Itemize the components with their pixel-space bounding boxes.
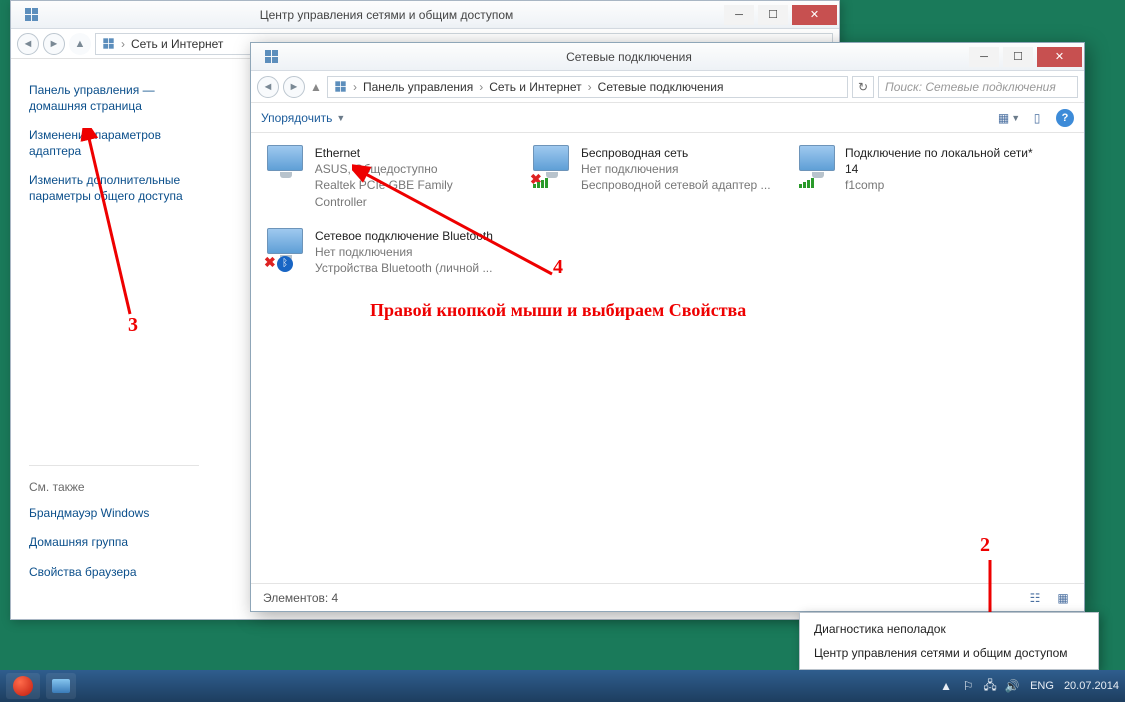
tray-chevron-icon[interactable]: ▲ xyxy=(938,678,954,694)
disconnected-icon: ✖ xyxy=(264,254,276,271)
breadcrumb[interactable]: › Панель управления › Сеть и Интернет › … xyxy=(327,76,848,98)
bluetooth-adapter-icon: ✖ ᛒ xyxy=(267,228,307,268)
connection-ethernet[interactable]: Ethernet ASUS, Общедоступно Realtek PCIe… xyxy=(267,145,507,210)
system-icon xyxy=(251,50,291,63)
window-title: Сетевые подключения xyxy=(291,50,967,64)
connection-wireless[interactable]: ✖ Беспроводная сеть Нет подключения Бесп… xyxy=(533,145,773,210)
network-adapter-icon xyxy=(267,145,307,185)
connection-name: Ethernet xyxy=(315,145,507,161)
connection-status: f1comp xyxy=(845,177,1039,193)
sidebar-firewall[interactable]: Брандмауэр Windows xyxy=(29,506,199,522)
toolbar: Упорядочить ▼ ▦▼ ▯ ? xyxy=(251,103,1084,133)
connection-status: Нет подключения xyxy=(315,244,493,260)
connection-status: ASUS, Общедоступно xyxy=(315,161,507,177)
system-tray[interactable]: ▲ ⚐ 🖧 🔊 xyxy=(938,678,1020,694)
connection-device: Устройства Bluetooth (личной ... xyxy=(315,260,493,276)
sidebar-see-also: См. также xyxy=(29,480,199,494)
crumb-control-panel[interactable]: Панель управления xyxy=(363,80,473,94)
wireless-adapter-icon: ✖ xyxy=(533,145,573,185)
tiles-view-icon[interactable]: ▦ xyxy=(1054,589,1072,607)
connection-device: Беспроводной сетевой адаптер ... xyxy=(581,177,771,193)
taskbar-date: 20.07.2014 xyxy=(1064,680,1119,692)
sidebar-home[interactable]: Панель управления — домашняя страница xyxy=(29,83,199,114)
refresh-button[interactable]: ↻ xyxy=(852,76,874,98)
taskbar: ▲ ⚐ 🖧 🔊 ENG 20.07.2014 xyxy=(0,670,1125,702)
connection-status: Нет подключения xyxy=(581,161,771,177)
connection-device: Realtek PCIe GBE Family Controller xyxy=(315,177,507,209)
status-bar: Элементов: 4 ☷ ▦ xyxy=(251,583,1084,611)
crumb-item[interactable]: Сеть и Интернет xyxy=(131,37,223,51)
forward-button[interactable]: ► xyxy=(283,76,305,98)
annotation-number-4: 4 xyxy=(553,256,563,279)
minimize-button[interactable]: ─ xyxy=(724,5,754,25)
sidebar-adapter-settings[interactable]: Изменение параметров адаптера xyxy=(29,128,199,159)
bluetooth-icon: ᛒ xyxy=(277,256,293,272)
network-adapter-icon xyxy=(799,145,837,185)
details-view-icon[interactable]: ☷ xyxy=(1026,589,1044,607)
organize-button[interactable]: Упорядочить xyxy=(261,111,332,125)
ctx-troubleshoot[interactable]: Диагностика неполадок xyxy=(800,617,1098,641)
titlebar[interactable]: Центр управления сетями и общим доступом… xyxy=(11,1,839,29)
sidebar-browser[interactable]: Свойства браузера xyxy=(29,565,199,581)
tray-volume-icon[interactable]: 🔊 xyxy=(1004,678,1020,694)
view-thumbnails-icon[interactable]: ▦▼ xyxy=(1000,109,1018,127)
connection-name: Подключение по локальной сети* 14 xyxy=(845,145,1039,177)
connection-bluetooth[interactable]: ✖ ᛒ Сетевое подключение Bluetooth Нет по… xyxy=(267,228,527,277)
start-button[interactable] xyxy=(6,673,40,699)
minimize-button[interactable]: ─ xyxy=(969,47,999,67)
system-icon xyxy=(11,8,51,21)
connections-area: Ethernet ASUS, Общедоступно Realtek PCIe… xyxy=(251,133,1084,583)
up-button[interactable]: ▲ xyxy=(69,33,91,55)
titlebar[interactable]: Сетевые подключения ─ ☐ ✕ xyxy=(251,43,1084,71)
annotation-main-text: Правой кнопкой мыши и выбираем Свойства xyxy=(370,300,746,321)
tray-network-icon[interactable]: 🖧 xyxy=(982,678,998,694)
close-button[interactable]: ✕ xyxy=(792,5,837,25)
crumb-connections[interactable]: Сетевые подключения xyxy=(598,80,724,94)
back-button[interactable]: ◄ xyxy=(17,33,39,55)
status-text: Элементов: 4 xyxy=(263,591,338,605)
connection-name: Сетевое подключение Bluetooth xyxy=(315,228,493,244)
crumb-network[interactable]: Сеть и Интернет xyxy=(489,80,581,94)
search-input[interactable]: Поиск: Сетевые подключения xyxy=(878,76,1078,98)
taskbar-clock[interactable]: 20.07.2014 xyxy=(1064,680,1119,692)
connection-lan14[interactable]: Подключение по локальной сети* 14 f1comp xyxy=(799,145,1039,210)
window-network-connections: Сетевые подключения ─ ☐ ✕ ◄ ► ▲ › Панель… xyxy=(250,42,1085,612)
language-indicator[interactable]: ENG xyxy=(1030,680,1054,692)
sidebar: Панель управления — домашняя страница Из… xyxy=(11,59,217,619)
chevron-down-icon: ▼ xyxy=(336,113,345,123)
address-bar: ◄ ► ▲ › Панель управления › Сеть и Интер… xyxy=(251,71,1084,103)
annotation-number-2: 2 xyxy=(980,534,990,557)
ctx-network-center[interactable]: Центр управления сетями и общим доступом xyxy=(800,641,1098,665)
back-button[interactable]: ◄ xyxy=(257,76,279,98)
tray-context-menu: Диагностика неполадок Центр управления с… xyxy=(799,612,1099,670)
sidebar-homegroup[interactable]: Домашняя группа xyxy=(29,535,199,551)
up-button[interactable]: ▲ xyxy=(309,80,323,94)
preview-pane-icon[interactable]: ▯ xyxy=(1028,109,1046,127)
tray-flag-icon[interactable]: ⚐ xyxy=(960,678,976,694)
annotation-number-3: 3 xyxy=(128,314,138,337)
opera-icon xyxy=(13,676,33,696)
sidebar-sharing-settings[interactable]: Изменить дополнительные параметры общего… xyxy=(29,173,199,204)
window-title: Центр управления сетями и общим доступом xyxy=(51,8,722,22)
taskbar-app-icon[interactable] xyxy=(46,673,76,699)
maximize-button[interactable]: ☐ xyxy=(1003,47,1033,67)
connection-name: Беспроводная сеть xyxy=(581,145,771,161)
maximize-button[interactable]: ☐ xyxy=(758,5,788,25)
close-button[interactable]: ✕ xyxy=(1037,47,1082,67)
help-icon[interactable]: ? xyxy=(1056,109,1074,127)
forward-button[interactable]: ► xyxy=(43,33,65,55)
